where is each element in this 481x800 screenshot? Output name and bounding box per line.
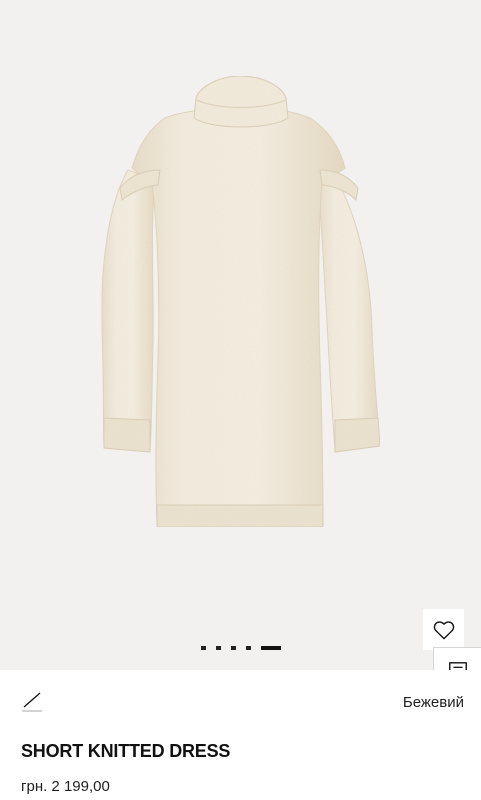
pager-dot[interactable] xyxy=(201,646,206,650)
product-image xyxy=(101,75,381,528)
pager-dot[interactable] xyxy=(216,646,221,650)
product-page: Бежевий SHORT KNITTED DRESS грн. 2 199,0… xyxy=(0,0,481,800)
gallery-pager[interactable] xyxy=(201,644,281,652)
color-name: Бежевий xyxy=(402,694,464,711)
wishlist-button[interactable] xyxy=(423,609,464,650)
pager-dot-active[interactable] xyxy=(261,646,281,650)
product-price: грн. 2 199,00 xyxy=(21,778,110,795)
color-swatch[interactable] xyxy=(21,690,43,712)
heart-outline-icon xyxy=(433,620,454,639)
no-color-slash-icon xyxy=(22,692,42,712)
product-gallery[interactable] xyxy=(0,0,481,670)
product-title: SHORT KNITTED DRESS xyxy=(21,741,231,761)
pager-dot[interactable] xyxy=(246,646,251,650)
pager-dot[interactable] xyxy=(231,646,236,650)
